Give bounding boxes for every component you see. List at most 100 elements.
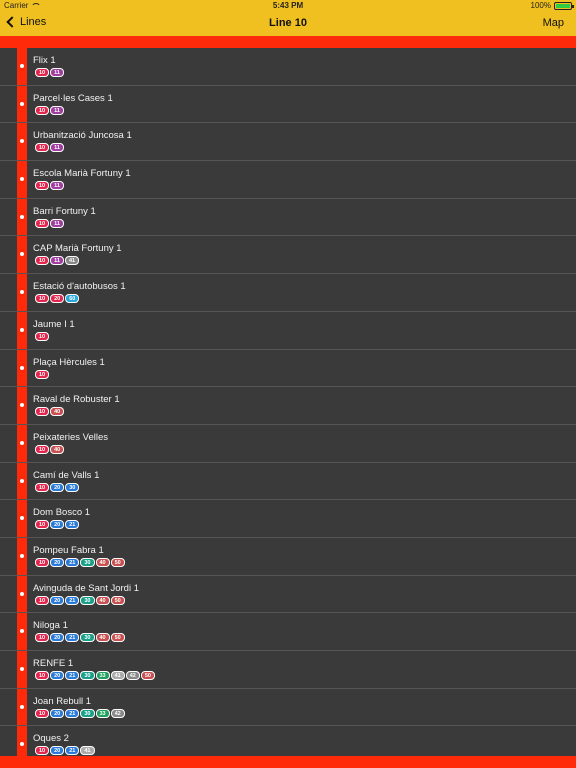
stop-name: Estació d'autobusos 1 — [33, 281, 126, 293]
stop-row[interactable]: Joan Rebull 1 10 20 21 30 33 42 — [0, 689, 576, 727]
stop-row[interactable]: Dom Bosco 1 10 20 21 — [0, 500, 576, 538]
connecting-lines: 10 20 21 30 40 50 — [35, 595, 126, 605]
line-badge: 20 — [50, 708, 65, 718]
line-badge: 20 — [50, 482, 65, 492]
stop-row[interactable]: CAP Marià Fortuny 1 10 11 41 — [0, 236, 576, 275]
connecting-lines: 10 20 21 30 40 50 — [35, 557, 126, 567]
stop-name: Joan Rebull 1 — [33, 695, 92, 707]
line-badge: 41 — [110, 671, 125, 680]
stop-row[interactable]: Peixateries Velles 10 40 — [0, 425, 576, 463]
line-badge: 10 — [35, 143, 50, 153]
line-badge: 40 — [50, 444, 65, 454]
line-badge: 30 — [80, 708, 95, 718]
connecting-lines: 10 — [35, 331, 50, 341]
connecting-lines: 10 40 — [35, 444, 65, 454]
stop-marker-icon — [18, 665, 26, 673]
stop-marker-icon — [18, 476, 26, 485]
stop-name: Niloga 1 — [33, 620, 68, 632]
stop-row[interactable]: Oques 2 10 20 21 41 — [0, 726, 576, 756]
line-badge: 20 — [50, 595, 65, 605]
stop-marker-icon — [18, 401, 26, 410]
line-badge: 10 — [35, 633, 50, 643]
stop-name: Peixateries Velles — [33, 431, 108, 443]
stop-row[interactable]: Camí de Valls 1 10 20 30 — [0, 463, 576, 501]
line-badge: 40 — [50, 407, 65, 417]
line-badge: 21 — [65, 633, 80, 643]
stop-marker-icon — [18, 99, 26, 108]
battery-icon — [554, 1, 574, 10]
stop-row[interactable]: Parcel·les Cases 1 10 11 — [0, 86, 576, 124]
line-badge: 10 — [35, 520, 50, 530]
stop-name: Urbanització Juncosa 1 — [33, 130, 132, 142]
stop-marker-icon — [18, 702, 26, 711]
stop-name: Flix 1 — [33, 55, 56, 66]
connecting-lines: 10 20 21 30 40 50 — [35, 633, 126, 643]
line-badge: 20 — [50, 746, 65, 756]
line-badge: 10 — [35, 294, 50, 304]
stop-name: Escola Marià Fortuny 1 — [33, 168, 131, 180]
stop-marker-icon — [18, 62, 26, 70]
stop-row[interactable]: Flix 1 10 11 — [0, 48, 576, 86]
stop-name: CAP Marià Fortuny 1 — [33, 243, 122, 255]
line-badge: 20 — [50, 557, 65, 567]
stop-row[interactable]: Jaume I 1 10 — [0, 312, 576, 350]
stop-row[interactable]: Niloga 1 10 20 21 30 40 50 — [0, 613, 576, 651]
line-badge: 30 — [80, 557, 95, 567]
stop-row[interactable]: Barri Fortuny 1 10 11 — [0, 199, 576, 237]
stop-row[interactable]: Estació d'autobusos 1 10 20 60 — [0, 274, 576, 312]
line-badge: 40 — [95, 557, 110, 567]
stop-name: Jaume I 1 — [33, 318, 75, 330]
stop-marker-icon — [18, 740, 26, 749]
battery-percent: 100% — [530, 1, 551, 10]
line-badge: 41 — [80, 746, 95, 756]
line-badge: 21 — [65, 520, 80, 530]
line-badge: 10 — [35, 671, 50, 680]
stop-list[interactable]: Flix 1 10 11 Parcel·les Cases 1 10 11 Urbanitz… — [0, 48, 576, 756]
line-badge: 10 — [35, 369, 50, 379]
stop-name: RENFE 1 — [33, 658, 74, 669]
connecting-lines: 10 11 — [35, 68, 65, 77]
connecting-lines: 10 11 — [35, 143, 65, 153]
line-badge: 11 — [50, 181, 64, 191]
line-badge: 33 — [95, 671, 110, 680]
stop-row[interactable]: Plaça Hèrcules 1 10 — [0, 350, 576, 388]
line-badge: 21 — [65, 671, 80, 680]
line-badge: 33 — [95, 708, 110, 718]
status-bar: Carrier 5:43 PM 100% — [0, 0, 576, 12]
stop-marker-icon — [18, 514, 26, 523]
stop-marker-icon — [18, 250, 26, 259]
line-badge: 10 — [35, 105, 50, 115]
stop-row[interactable]: Urbanització Juncosa 1 10 11 — [0, 123, 576, 162]
line-badge: 11 — [50, 143, 64, 153]
stop-row[interactable]: Raval de Robuster 1 10 40 — [0, 387, 576, 425]
line-badge: 10 — [35, 482, 50, 492]
connecting-lines: 10 11 — [35, 181, 65, 191]
stop-marker-icon — [18, 175, 26, 184]
line-badge: 21 — [65, 595, 80, 605]
line-badge: 10 — [35, 407, 50, 417]
stop-row[interactable]: Avinguda de Sant Jordi 1 10 20 21 30 40 50 — [0, 576, 576, 614]
connecting-lines: 10 40 — [35, 407, 65, 417]
line-badge: 30 — [65, 482, 80, 492]
line-badge: 40 — [95, 633, 110, 643]
line-badge: 10 — [35, 557, 50, 567]
line-badge: 21 — [65, 746, 80, 756]
connecting-lines: 10 11 — [35, 105, 65, 115]
stop-row[interactable]: Escola Marià Fortuny 1 10 11 — [0, 161, 576, 199]
stop-name: Oques 2 — [33, 733, 69, 745]
stop-row[interactable]: Pompeu Fabra 1 10 20 21 30 40 50 — [0, 538, 576, 576]
connecting-lines: 10 20 21 30 33 42 — [35, 708, 126, 718]
stop-name: Pompeu Fabra 1 — [33, 544, 104, 556]
line-badge: 20 — [50, 520, 65, 530]
navigation-bar: Lines Line 10 Map — [0, 12, 576, 36]
stop-row[interactable]: RENFE 1 10 20 21 30 33 41 42 50 — [0, 651, 576, 689]
stop-marker-icon — [18, 363, 26, 372]
stop-name: Avinguda de Sant Jordi 1 — [33, 582, 139, 594]
page-title: Line 10 — [269, 17, 307, 29]
stop-marker-icon — [18, 551, 26, 560]
line-color-band-top — [0, 36, 576, 48]
connecting-lines: 10 11 — [35, 218, 65, 228]
connecting-lines: 10 20 30 — [35, 482, 80, 492]
map-button[interactable]: Map — [543, 17, 564, 29]
line-badge: 10 — [35, 218, 50, 228]
